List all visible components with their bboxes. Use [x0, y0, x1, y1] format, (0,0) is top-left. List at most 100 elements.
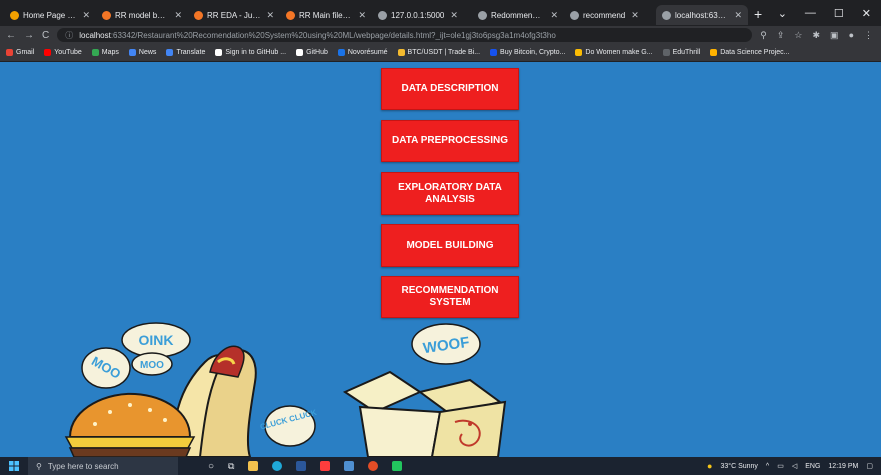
menu-kebab-icon[interactable]: ⋮ [864, 30, 873, 41]
tab-favicon-icon [10, 10, 19, 20]
bookmark-favicon-icon [490, 49, 498, 56]
bookmark-favicon-icon [91, 49, 99, 56]
mail-icon[interactable] [344, 461, 355, 471]
windows-start-icon[interactable] [0, 457, 28, 475]
forward-icon[interactable]: → [24, 30, 34, 41]
bookmark-item[interactable]: GitHub [296, 49, 328, 56]
tab-close-icon[interactable]: ✕ [266, 10, 274, 21]
task-view-icon[interactable]: ⧉ [228, 461, 234, 472]
bookmark-favicon-icon [166, 49, 174, 56]
browser-tab[interactable]: recommend ✕ [564, 5, 656, 25]
bookmark-item[interactable]: YouTube [44, 49, 82, 56]
bookmark-item[interactable]: Gmail [6, 49, 34, 56]
browser-tab-strip: Home Page - Sele✕RR model buildin✕RR EDA… [0, 0, 881, 26]
browser-tab[interactable]: Redommendatio ✕ [472, 5, 564, 25]
profile-avatar[interactable]: ● [849, 30, 854, 41]
moo-bubble-left: MOO [81, 347, 131, 389]
woof-bubble: WOOF [411, 323, 481, 365]
pycharm-icon[interactable] [392, 461, 403, 471]
bookmark-label: EduThrill [672, 49, 701, 56]
tab-title: RR EDA - Jupyter [207, 10, 261, 20]
app-icon-red[interactable] [320, 461, 331, 471]
bookmark-favicon-icon [337, 49, 345, 56]
bookmark-item[interactable]: Do Women make G... [575, 49, 653, 56]
zoom-icon[interactable]: ⚲ [760, 30, 767, 41]
bookmark-label: Maps [101, 49, 119, 56]
bookmark-label: Buy Bitcoin, Crypto... [500, 49, 566, 56]
bookmark-item[interactable]: Data Science Projec... [710, 49, 789, 56]
browser-tab[interactable]: RR model buildin ✕ [96, 5, 188, 25]
tab-title: RR model buildin [115, 10, 168, 20]
clock[interactable]: 12:19 PM [828, 463, 858, 470]
bookmark-favicon-icon [6, 49, 13, 56]
share-icon[interactable]: ⇪ [777, 30, 785, 41]
minimize-button[interactable]: — [805, 7, 816, 19]
tab-close-icon[interactable]: ✕ [734, 10, 742, 21]
close-window-button[interactable]: ✕ [862, 7, 871, 20]
taskbar-search-placeholder: Type here to search [47, 461, 119, 471]
bookmark-item[interactable]: Translate [166, 49, 205, 56]
bookmark-item[interactable]: News [128, 49, 156, 56]
bookmark-item[interactable]: BTC/USDT | Trade Bi... [397, 49, 481, 56]
file-explorer-icon[interactable] [248, 461, 259, 471]
extensions-icon[interactable]: ✱ [813, 30, 821, 41]
bookmark-label: Data Science Projec... [720, 49, 790, 56]
tab-close-icon[interactable]: ✕ [631, 10, 639, 21]
tab-close-icon[interactable]: ✕ [82, 10, 90, 21]
bookmark-label: Novorésumé [347, 49, 388, 56]
address-path: :63342/Restaurant%20Recomendation%20Syst… [110, 30, 556, 40]
chrome-icon[interactable] [368, 461, 379, 471]
bookmark-item[interactable]: Sign in to GitHub ... [215, 49, 286, 56]
browser-tab[interactable]: RR EDA - Jupyter ✕ [188, 5, 280, 25]
maximize-button[interactable]: ☐ [834, 7, 844, 20]
tab-title: Redommendatio [491, 10, 545, 20]
bookmark-label: BTC/USDT | Trade Bi... [407, 49, 481, 56]
cortana-icon[interactable]: ○ [208, 461, 214, 472]
page-content: DATA DESCRIPTION DATA PREPROCESSING EXPL… [0, 62, 881, 457]
browser-tab[interactable]: Home Page - Sele ✕ [4, 5, 96, 25]
burger-drawing [64, 392, 196, 457]
browser-tab[interactable]: RR Main file 1 - Ju ✕ [280, 5, 372, 25]
browser-tab[interactable]: 127.0.0.1:5000 ✕ [372, 5, 472, 25]
language-indicator[interactable]: ENG [805, 463, 820, 470]
bookmark-star-icon[interactable]: ☆ [794, 30, 802, 41]
tab-title: Home Page - Sele [23, 10, 76, 20]
system-tray: ● 33°C Sunny ^ ▭ ◁ ENG 12:19 PM ▢ [707, 457, 873, 475]
tab-close-icon[interactable]: ✕ [174, 10, 182, 21]
bookmark-favicon-icon [44, 49, 52, 56]
address-bar[interactable]: ⓘ localhost:63342/Restaurant%20Recomenda… [57, 28, 753, 42]
network-icon[interactable]: ▭ [777, 462, 784, 470]
bookmark-label: Sign in to GitHub ... [225, 49, 287, 56]
weather-text[interactable]: 33°C Sunny [720, 463, 757, 470]
new-tab-button[interactable]: + [754, 6, 762, 22]
back-icon[interactable]: ← [6, 30, 16, 41]
oink-bubble: OINK [121, 322, 191, 358]
reload-icon[interactable]: C [42, 30, 49, 41]
tab-search-icon[interactable]: ⌄ [778, 7, 787, 20]
info-icon[interactable]: ⓘ [65, 30, 73, 41]
bookmark-item[interactable]: EduThrill [662, 49, 701, 56]
tab-title: 127.0.0.1:5000 [391, 10, 445, 20]
notifications-icon[interactable]: ▢ [866, 462, 873, 470]
edge-icon[interactable] [272, 461, 283, 471]
bookmark-item[interactable]: Maps [91, 49, 119, 56]
tab-close-icon[interactable]: ✕ [450, 10, 458, 21]
volume-icon[interactable]: ◁ [792, 462, 797, 470]
store-icon[interactable] [296, 461, 307, 471]
address-toolbar: ← → C ⓘ localhost:63342/Restaurant%20Rec… [0, 26, 881, 44]
browser-tab[interactable]: localhost:63342/r ✕ [656, 5, 748, 25]
tab-close-icon[interactable]: ✕ [550, 10, 558, 21]
bookmark-favicon-icon [215, 49, 223, 56]
bookmark-favicon-icon [710, 49, 718, 56]
tab-favicon-icon [662, 10, 671, 20]
bookmark-favicon-icon [662, 49, 670, 56]
bookmark-item[interactable]: Novorésumé [337, 49, 388, 56]
bookmark-favicon-icon [397, 49, 405, 56]
tray-chevron-icon[interactable]: ^ [766, 463, 769, 470]
taskbar-search-box[interactable]: ⚲ Type here to search [28, 457, 178, 475]
bookmark-label: GitHub [306, 49, 328, 56]
oink-text: OINK [139, 332, 174, 348]
bookmark-item[interactable]: Buy Bitcoin, Crypto... [490, 49, 565, 56]
tab-close-icon[interactable]: ✕ [358, 10, 366, 21]
sidepanel-icon[interactable]: ▣ [830, 30, 839, 41]
